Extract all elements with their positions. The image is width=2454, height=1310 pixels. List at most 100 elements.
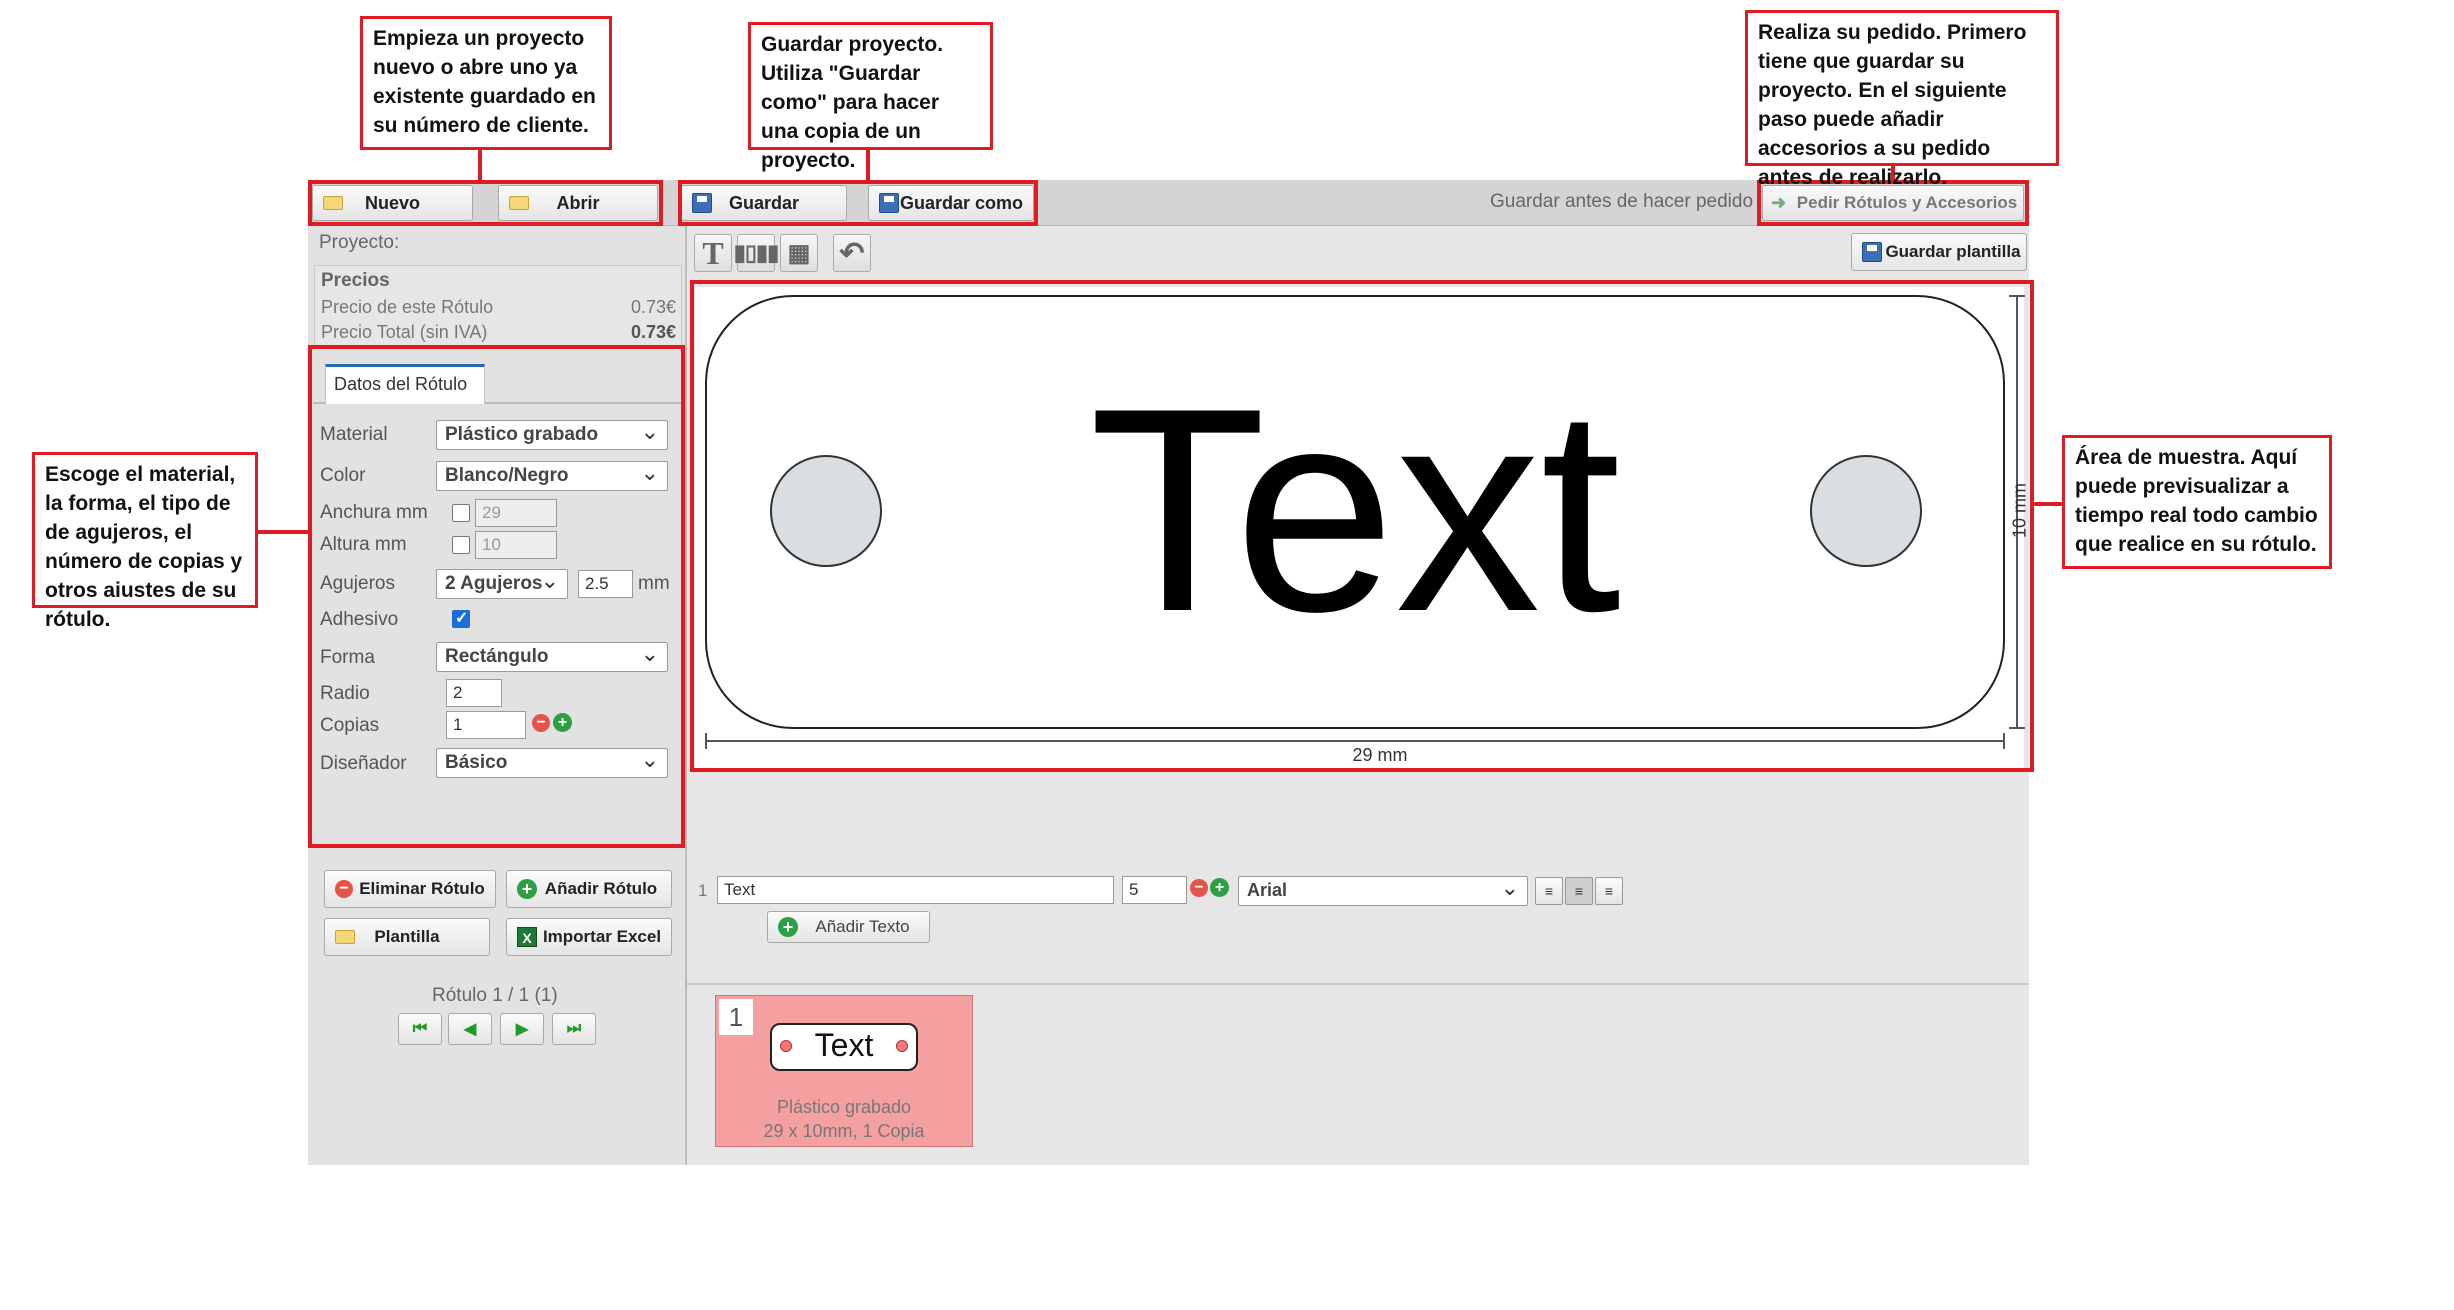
save-as-button-label: Guardar como [899,192,1023,213]
color-label: Color [320,465,366,486]
width-input[interactable]: 29 [475,499,557,527]
radius-input[interactable]: 2 [446,679,502,707]
save-button-label: Guardar [728,192,800,213]
price-total-label: Precio Total (sin IVA) [321,322,488,342]
connector-new-open [478,150,482,180]
save-hint-text: Guardar antes de hacer pedido [1490,191,1754,212]
delete-sign-button[interactable]: − Eliminar Rótulo [324,870,496,908]
holes-select[interactable]: 2 Agujeros [436,568,568,599]
sign-text[interactable]: Text [705,345,2005,675]
height-dimension-label: 10 mm [2009,483,2030,539]
designer-select[interactable]: Básico [436,747,668,778]
align-center-icon[interactable]: ≡ [1565,877,1593,905]
connector-preview [2034,502,2062,506]
cart-arrow-icon: ➜ [1771,192,1787,213]
first-page-icon[interactable]: ⏮ [398,1013,442,1045]
decrease-copies-icon[interactable]: − [532,714,550,732]
copies-input[interactable]: 1 [446,711,526,739]
prices-title: Precios [321,270,390,291]
text-tool-icon[interactable]: T [694,234,732,272]
holes-label: Agujeros [320,573,395,594]
height-dim-tick-top [2009,295,2025,297]
import-excel-label: Importar Excel [542,927,662,946]
text-row-index: 1 [698,881,708,900]
add-sign-button[interactable]: + Añadir Rótulo [506,870,672,908]
new-button-label: Nuevo [364,192,420,213]
folder-open-icon [509,196,529,210]
callout-save: Guardar proyecto. Utiliza "Guardar como"… [748,22,993,172]
add-text-icon: + [778,917,798,937]
font-family-select[interactable]: Arial [1238,875,1528,906]
last-page-icon[interactable]: ⏭ [552,1013,596,1045]
material-label: Material [320,424,388,445]
align-right-icon[interactable]: ≡ [1595,877,1623,905]
increase-copies-icon[interactable]: + [553,713,572,732]
tab-datos-rotulo[interactable]: Datos del Rótulo [325,364,485,404]
add-icon: + [517,879,537,899]
undo-icon[interactable]: ↶ [833,234,871,272]
open-button-label: Abrir [556,192,600,213]
price-total-value: 0.73€ [630,322,676,342]
adhesive-label: Adhesivo [320,609,399,630]
thumbnail-details: 29 x 10mm, 1 Copia [763,1121,925,1141]
connector-save [866,150,870,180]
template-label: Plantilla [374,927,440,946]
width-dimension-label: 29 mm [1352,745,1408,765]
callout-settings: Escoge el material, la forma, el tipo de… [32,452,258,631]
template-folder-icon [335,930,355,944]
copies-label: Copias [320,715,380,736]
adhesive-checkbox[interactable] [452,608,470,628]
callout-new-open: Empieza un proyecto nuevo o abre uno ya … [360,16,612,150]
save-button[interactable]: Guardar [681,185,847,221]
delete-icon: − [335,880,353,898]
width-checkbox[interactable] [452,504,470,522]
width-dimension-line [705,740,2005,742]
excel-icon: X [517,927,537,947]
radius-label: Radio [320,683,370,704]
align-left-icon[interactable]: ≡ [1535,877,1563,905]
font-size-input[interactable]: 5 [1122,876,1187,904]
import-excel-button[interactable]: X Importar Excel [506,918,672,956]
increase-size-icon[interactable]: + [1210,878,1229,897]
height-input[interactable]: 10 [475,531,557,559]
width-dim-tick-left [705,733,707,749]
save-template-label: Guardar plantilla [1885,242,2021,261]
thumbnails-divider [687,983,2029,985]
delete-sign-label: Eliminar Rótulo [359,879,485,898]
qr-code-tool-icon[interactable]: ▦ [780,234,818,272]
text-content-input[interactable]: Text [717,876,1114,904]
color-select[interactable]: Blanco/Negro [436,460,668,491]
decrease-size-icon[interactable]: − [1190,879,1208,897]
thumbnail-material: Plástico grabado [776,1097,912,1117]
save-template-button[interactable]: Guardar plantilla [1851,233,2027,271]
save-disk-icon [692,193,712,213]
folder-icon [323,196,343,210]
panel-divider [685,225,687,1165]
order-button-label: Pedir Rótulos y Accesorios [1796,193,2018,212]
height-checkbox[interactable] [452,536,470,554]
width-dim-tick-right [2003,733,2005,749]
add-text-label: Añadir Texto [815,917,910,936]
save-as-button[interactable]: Guardar como [868,185,1034,221]
material-select[interactable]: Plástico grabado [436,419,668,450]
template-button[interactable]: Plantilla [324,918,490,956]
pagination-text: Rótulo 1 / 1 (1) [432,985,558,1006]
open-button[interactable]: Abrir [498,185,658,221]
add-text-button[interactable]: + Añadir Texto [767,911,930,943]
next-page-icon[interactable]: ▶ [500,1013,544,1045]
width-label: Anchura mm [320,502,428,523]
shape-label: Forma [320,647,375,668]
height-label: Altura mm [320,534,407,555]
prev-page-icon[interactable]: ◀ [448,1013,492,1045]
new-button[interactable]: Nuevo [312,185,473,221]
price-this-label: Precio de este Rótulo [321,297,494,317]
hole-size-input[interactable]: 2.5 [578,570,633,598]
price-this-value: 0.73€ [630,297,676,317]
save-as-disk-icon [879,193,899,213]
add-sign-label: Añadir Rótulo [544,879,658,898]
thumbnail-index: 1 [719,999,753,1035]
shape-select[interactable]: Rectángulo [436,641,668,672]
callout-preview: Área de muestra. Aquí puede previsualiza… [2062,435,2332,569]
barcode-tool-icon[interactable]: ▮▯▮▮ [734,234,779,272]
thumbnail-text: Text [814,1027,874,1063]
